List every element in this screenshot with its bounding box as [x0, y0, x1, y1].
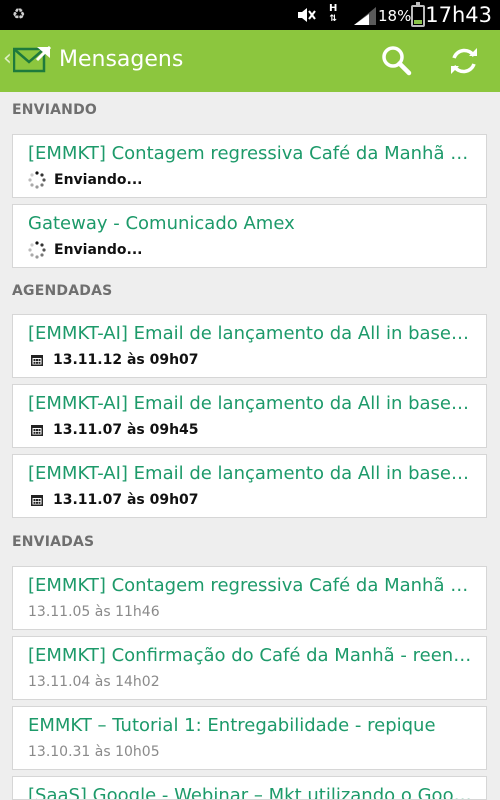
loading-spinner-icon: [28, 241, 46, 259]
message-subject: [EMMKT-AI] Email de lançamento da All in…: [28, 323, 474, 344]
message-schedule: 13.11.07 às 09h45: [28, 421, 199, 439]
message-item[interactable]: Gateway - Comunicado Amex Enviando...: [12, 204, 487, 268]
message-item[interactable]: [EMMKT] Contagem regressiva Café da Manh…: [12, 566, 487, 630]
message-schedule: 13.11.07 às 09h07: [28, 491, 199, 509]
message-subject: [EMMKT] Contagem regressiva Café da Manh…: [28, 143, 474, 164]
message-subject: [EMMKT] Contagem regressiva Café da Manh…: [28, 575, 474, 596]
message-status-text: Enviando...: [54, 242, 143, 258]
section-header-sent: ENVIADAS: [12, 534, 95, 550]
calendar-icon: [31, 495, 43, 506]
message-status: Enviando...: [28, 171, 142, 189]
message-subject: Gateway - Comunicado Amex: [28, 213, 295, 234]
message-item[interactable]: [EMMKT-AI] Email de lançamento da All in…: [12, 384, 487, 448]
status-bar: ♻ H ⇅ 18% 17h43: [0, 0, 500, 30]
refresh-icon[interactable]: [447, 44, 481, 78]
calendar-icon: [31, 425, 43, 436]
message-status: Enviando...: [28, 241, 142, 259]
recycle-notification-icon: ♻: [12, 5, 26, 23]
loading-spinner-icon: [28, 171, 46, 189]
network-type-label: H: [329, 3, 338, 14]
message-subject: [SaaS] Google - Webinar – Mkt utilizando…: [28, 785, 474, 800]
message-subject: [EMMKT] Confirmação do Café da Manhã - r…: [28, 645, 474, 666]
message-schedule-text: 13.11.07 às 09h07: [53, 492, 199, 508]
email-app-icon[interactable]: [13, 46, 51, 74]
calendar-icon: [31, 355, 43, 366]
message-date-text: 13.11.04 às 14h02: [28, 674, 160, 690]
battery-icon: [411, 2, 425, 27]
signal-strength-icon: [354, 7, 376, 25]
message-status-text: Enviando...: [54, 172, 143, 188]
message-date-text: 13.11.05 às 11h46: [28, 604, 160, 620]
message-schedule-text: 13.11.12 às 09h07: [53, 352, 199, 368]
data-arrows-icon: ⇅: [329, 14, 337, 24]
page-title: Mensagens: [59, 47, 184, 72]
message-date-text: 13.10.31 às 10h05: [28, 744, 160, 760]
mute-icon: [298, 8, 316, 22]
network-type-indicator: H ⇅: [329, 3, 337, 25]
back-icon[interactable]: ‹: [3, 46, 12, 71]
message-schedule: 13.11.12 às 09h07: [28, 351, 199, 369]
message-item[interactable]: [EMMKT-AI] Email de lançamento da All in…: [12, 454, 487, 518]
battery-percent: 18%: [378, 7, 412, 25]
section-header-sending: ENVIANDO: [12, 102, 97, 118]
message-item[interactable]: [EMMKT] Contagem regressiva Café da Manh…: [12, 134, 487, 198]
status-clock: 17h43: [425, 3, 492, 27]
message-subject: [EMMKT-AI] Email de lançamento da All in…: [28, 393, 474, 414]
message-item[interactable]: [SaaS] Google - Webinar – Mkt utilizando…: [12, 776, 487, 800]
message-subject: [EMMKT-AI] Email de lançamento da All in…: [28, 463, 474, 484]
message-date: 13.10.31 às 10h05: [28, 743, 160, 761]
message-item[interactable]: EMMKT – Tutorial 1: Entregabilidade - re…: [12, 706, 487, 770]
message-date: 13.11.04 às 14h02: [28, 673, 160, 691]
message-schedule-text: 13.11.07 às 09h45: [53, 422, 199, 438]
section-header-scheduled: AGENDADAS: [12, 283, 113, 299]
search-icon[interactable]: [380, 44, 412, 76]
message-item[interactable]: [EMMKT-AI] Email de lançamento da All in…: [12, 314, 487, 378]
action-bar: ‹ Mensagens: [0, 30, 500, 92]
message-item[interactable]: [EMMKT] Confirmação do Café da Manhã - r…: [12, 636, 487, 700]
message-subject: EMMKT – Tutorial 1: Entregabilidade - re…: [28, 715, 436, 736]
message-date: 13.11.05 às 11h46: [28, 603, 160, 621]
